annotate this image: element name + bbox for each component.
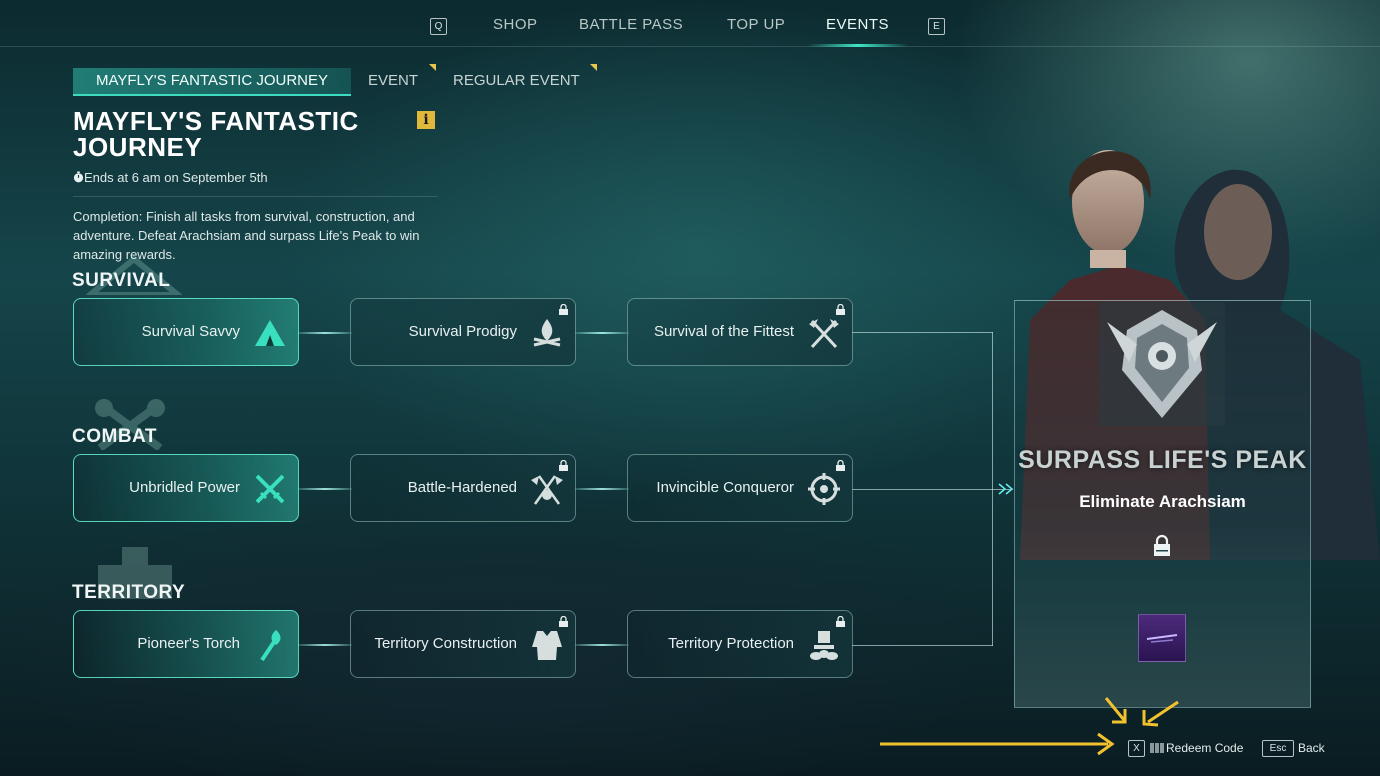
back-button[interactable]: Back [1298, 741, 1325, 755]
lock-icon [559, 616, 568, 627]
active-tab-indicator [808, 44, 908, 47]
tab-shop[interactable]: SHOP [493, 16, 538, 33]
subtab-regular-event[interactable]: REGULAR EVENT [453, 68, 580, 94]
event-end-time: Ends at 6 am on September 5th [73, 170, 268, 185]
connector [575, 488, 629, 490]
turret-icon [810, 631, 838, 660]
top-nav: Q SHOP BATTLE PASS TOP UP EVENTS E [0, 0, 1380, 48]
task-label: Survival Savvy [141, 323, 240, 340]
connector [298, 644, 352, 646]
lock-icon [1154, 534, 1170, 556]
tab-top-up[interactable]: TOP UP [727, 16, 785, 33]
divider [73, 196, 438, 197]
section-territory-label: TERRITORY [72, 582, 186, 603]
task-card-territory-protection[interactable]: Territory Protection [627, 610, 853, 678]
event-end-text: Ends at 6 am on September 5th [84, 170, 268, 185]
connector [575, 332, 629, 334]
lock-icon [559, 460, 568, 471]
task-label: Battle-Hardened [407, 479, 517, 496]
task-card-invincible-conqueror[interactable]: Invincible Conqueror [627, 454, 853, 522]
crossed-swords-icon [255, 474, 285, 504]
lock-icon [559, 304, 568, 315]
campfire-icon [533, 319, 561, 347]
final-title: SURPASS LIFE'S PEAK [1018, 446, 1307, 474]
lock-icon [836, 616, 845, 627]
task-card-survival-fittest[interactable]: Survival of the Fittest [627, 298, 853, 366]
new-marker-icon [590, 64, 597, 71]
subtab-event[interactable]: EVENT [368, 68, 418, 94]
connector [575, 644, 629, 646]
task-label: Survival Prodigy [408, 323, 517, 340]
task-label: Invincible Conqueror [656, 479, 794, 496]
task-card-survival-savvy[interactable]: Survival Savvy [73, 298, 299, 366]
stopwatch-icon [73, 171, 84, 183]
section-combat-label: COMBAT [72, 426, 157, 447]
task-label: Territory Protection [668, 635, 794, 652]
task-label: Pioneer's Torch [137, 635, 240, 652]
task-label: Survival of the Fittest [653, 323, 794, 340]
torch-icon [260, 630, 281, 662]
tab-events[interactable]: EVENTS [826, 16, 889, 33]
nav-prev-key[interactable]: Q [430, 18, 447, 35]
winged-badge-emblem [1099, 302, 1225, 426]
task-card-survival-prodigy[interactable]: Survival Prodigy [350, 298, 576, 366]
lock-icon [836, 304, 845, 315]
path-line [852, 645, 993, 646]
lock-icon [836, 460, 845, 471]
reward-item[interactable] [1138, 614, 1186, 662]
crossed-flags-icon [531, 475, 563, 505]
final-subtitle: Eliminate Arachsiam [1079, 492, 1246, 511]
task-label: Territory Construction [374, 635, 517, 652]
tent-icon [255, 320, 285, 346]
subtab-mayfly-journey[interactable]: MAYFLY'S FANTASTIC JOURNEY [73, 68, 351, 96]
back-key[interactable]: Esc [1262, 740, 1294, 757]
reward-item-icon [1146, 634, 1178, 643]
event-title: MAYFLY'S FANTASTIC JOURNEY [73, 106, 359, 162]
connector [298, 332, 352, 334]
crossed-axes-icon [809, 319, 839, 349]
annotation-arrows [880, 697, 1179, 756]
nav-divider [0, 46, 1380, 47]
task-card-battle-hardened[interactable]: Battle-Hardened [350, 454, 576, 522]
task-card-pioneers-torch[interactable]: Pioneer's Torch [73, 610, 299, 678]
task-card-territory-construction[interactable]: Territory Construction [350, 610, 576, 678]
path-line [852, 332, 993, 333]
task-label: Unbridled Power [129, 479, 240, 496]
new-marker-icon [429, 64, 436, 71]
task-card-unbridled-power[interactable]: Unbridled Power [73, 454, 299, 522]
nav-next-key[interactable]: E [928, 18, 945, 35]
path-line [852, 489, 993, 490]
crosshair-icon [808, 473, 840, 505]
tab-battle-pass[interactable]: BATTLE PASS [579, 16, 683, 33]
info-icon[interactable]: i [417, 111, 435, 129]
section-survival-label: SURVIVAL [72, 270, 171, 291]
armor-icon [532, 631, 562, 660]
connector [298, 488, 352, 490]
